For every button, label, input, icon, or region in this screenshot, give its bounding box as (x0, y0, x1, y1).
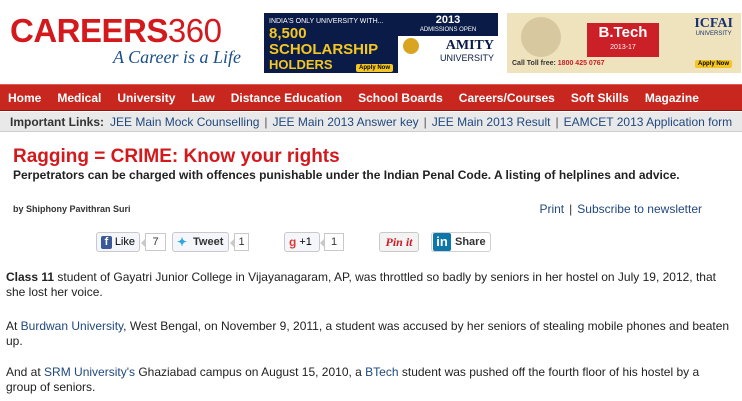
icfai-btech-years: 2013-17 (610, 44, 636, 51)
facebook-like-label: Like (114, 236, 135, 248)
careers360-logo[interactable]: CAREERS360 A Career is a Life (10, 14, 242, 68)
amity-ad-right: 2013 ADMISSIONS OPEN AMITY UNIVERSITY (398, 13, 498, 73)
srm-university-link[interactable]: SRM University's (44, 365, 135, 379)
nav-item-soft-skills[interactable]: Soft Skills (571, 91, 629, 105)
amity-seal-icon (403, 38, 419, 54)
link-jee-result[interactable]: JEE Main 2013 Result (432, 115, 551, 129)
print-link[interactable]: Print (539, 202, 564, 216)
tools-separator: | (569, 202, 573, 216)
icfai-logo: ICFAI UNIVERSITY (694, 17, 733, 38)
linkedin-icon: in (433, 233, 451, 251)
amity-ad-big-headline: 8,500 SCHOLARSHIP (269, 25, 379, 58)
facebook-like-count: 7 (141, 233, 166, 251)
important-links-label: Important Links: (10, 114, 105, 129)
amity-banner-ad[interactable]: INDIA'S ONLY UNIVERSITY WITH... 8,500 SC… (264, 13, 498, 73)
nav-item-home[interactable]: Home (8, 91, 41, 105)
icfai-banner-ad[interactable]: B.Tech 2013-17 ICFAI UNIVERSITY Call Tol… (507, 13, 741, 73)
linkedin-share-label: Share (455, 236, 486, 248)
pinterest-pin-it-button[interactable]: Pin it (379, 232, 419, 252)
google-plus-one-button[interactable]: g +1 (284, 232, 320, 252)
linkedin-share-button[interactable]: in Share (431, 232, 491, 252)
article-paragraph-2: At Burdwan University, West Bengal, on N… (6, 319, 732, 349)
nav-item-careers-courses[interactable]: Careers/Courses (459, 91, 555, 105)
link-separator: | (423, 114, 427, 129)
icfai-btech-label: B.Tech (598, 24, 648, 41)
article-paragraph-3: And at SRM University's Ghaziabad campus… (6, 365, 732, 395)
amity-ad-year: 2013 (398, 13, 498, 26)
icfai-toll-label: Call Toll free: (512, 60, 556, 67)
nav-item-medical[interactable]: Medical (57, 91, 101, 105)
amity-ad-admissions: ADMISSIONS OPEN (398, 26, 498, 36)
article-byline: by Shiphony Pavithran Suri (13, 204, 131, 214)
main-nav: Home Medical University Law Distance Edu… (0, 84, 742, 111)
link-separator: | (555, 114, 559, 129)
icfai-apply-button[interactable]: Apply Now (695, 60, 732, 68)
facebook-like-button[interactable]: f Like (96, 232, 140, 252)
class-11-bold: Class 11 (6, 270, 55, 284)
link-jee-mock-counselling[interactable]: JEE Main Mock Counselling (110, 115, 259, 129)
logo-tagline: A Career is a Life (113, 47, 242, 67)
article-tools: Print | Subscribe to newsletter (539, 202, 702, 216)
article-subtitle: Perpetrators can be charged with offence… (13, 168, 680, 182)
paragraph-1-text: student of Gayatri Junior College in Vij… (6, 270, 716, 299)
paragraph-3-middle: Ghaziabad campus on August 15, 2010, a (135, 365, 366, 379)
facebook-icon: f (101, 235, 112, 249)
subscribe-newsletter-link[interactable]: Subscribe to newsletter (577, 202, 702, 216)
icfai-name: ICFAI (694, 16, 733, 31)
student-photo (521, 17, 561, 57)
google-plus-count: 1 (320, 233, 344, 251)
nav-item-distance-education[interactable]: Distance Education (231, 91, 342, 105)
logo-main-text: CAREERS (10, 12, 168, 49)
nav-item-university[interactable]: University (117, 91, 175, 105)
important-links-bar: Important Links: JEE Main Mock Counselli… (0, 112, 742, 132)
link-eamcet-application[interactable]: EAMCET 2013 Application form (564, 115, 733, 129)
article-title: Ragging = CRIME: Know your rights (13, 146, 340, 167)
tweet-count: 1 (230, 233, 249, 251)
amity-apply-button[interactable]: Apply Now (356, 64, 393, 72)
icfai-toll-free: Call Toll free: 1800 425 0767 (512, 60, 605, 67)
social-share-bar: f Like 7 ✦ Tweet 1 g +1 1 Pin it in Share (0, 232, 742, 252)
google-plus-icon: g (289, 235, 297, 249)
link-jee-answer-key[interactable]: JEE Main 2013 Answer key (273, 115, 419, 129)
icfai-university: UNIVERSITY (695, 31, 732, 37)
burdwan-university-link[interactable]: Burdwan University (21, 319, 123, 333)
tweet-label: Tweet (193, 236, 224, 248)
link-separator: | (264, 114, 268, 129)
icfai-btech-badge: B.Tech 2013-17 (587, 23, 659, 57)
logo-number: 360 (167, 12, 222, 49)
paragraph-3-prefix: And at (6, 365, 45, 379)
paragraph-2-prefix: At (6, 319, 21, 333)
btech-link[interactable]: BTech (365, 365, 398, 379)
amity-ad-university: UNIVERSITY (439, 53, 494, 63)
tweet-button[interactable]: ✦ Tweet (172, 232, 229, 252)
logo-wordmark: CAREERS360 (10, 14, 241, 48)
site-header: CAREERS360 A Career is a Life INDIA'S ON… (0, 0, 742, 82)
nav-item-magazine[interactable]: Magazine (645, 91, 699, 105)
nav-item-school-boards[interactable]: School Boards (358, 91, 443, 105)
twitter-bird-icon: ✦ (177, 234, 188, 249)
article-paragraph-1: Class 11 student of Gayatri Junior Colle… (6, 270, 732, 300)
icfai-toll-number: 1800 425 0767 (557, 60, 605, 67)
nav-item-law[interactable]: Law (191, 91, 214, 105)
google-plus-label: +1 (299, 236, 312, 248)
